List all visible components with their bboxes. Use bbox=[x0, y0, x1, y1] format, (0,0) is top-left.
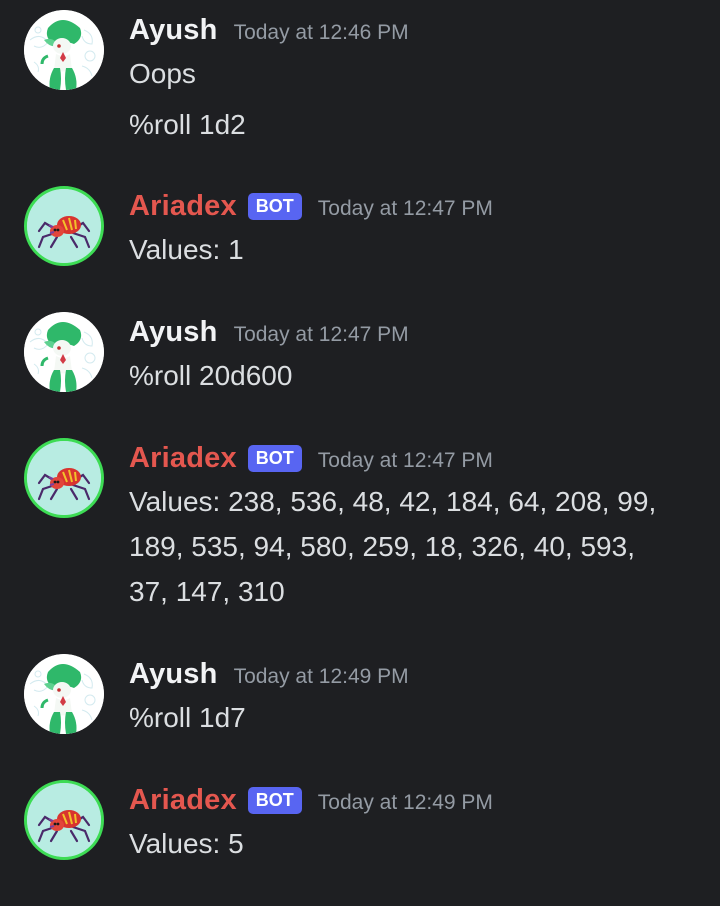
message-header: Ayush Today at 12:47 PM bbox=[129, 316, 409, 356]
ariados-avatar-icon[interactable] bbox=[24, 780, 104, 860]
message-content: %roll 1d2 bbox=[129, 109, 246, 140]
message-content: %roll 1d7 bbox=[129, 702, 246, 733]
message-content: Values: 238, 536, 48, 42, 184, 64, 208, … bbox=[129, 486, 657, 517]
ariados-avatar-icon[interactable] bbox=[24, 438, 104, 518]
message-content: Oops bbox=[129, 58, 196, 89]
message-timestamp[interactable]: Today at 12:47 PM bbox=[318, 449, 493, 473]
message-timestamp[interactable]: Today at 12:49 PM bbox=[234, 665, 409, 689]
gardevoir-avatar-icon[interactable] bbox=[24, 312, 104, 392]
message-timestamp[interactable]: Today at 12:49 PM bbox=[318, 791, 493, 815]
message-content: Values: 1 bbox=[129, 234, 244, 265]
message-content: 37, 147, 310 bbox=[129, 576, 285, 607]
message-header: Ayush Today at 12:49 PM bbox=[129, 658, 409, 698]
message-content: Values: 5 bbox=[129, 828, 244, 859]
chat-log: Ayush Today at 12:46 PM Oops %roll 1d2 A… bbox=[0, 0, 720, 906]
author-name[interactable]: Ayush bbox=[129, 14, 218, 47]
bot-tag: BOT bbox=[247, 193, 302, 220]
gardevoir-avatar-icon[interactable] bbox=[24, 654, 104, 734]
author-name[interactable]: Ayush bbox=[129, 658, 218, 691]
message-timestamp[interactable]: Today at 12:47 PM bbox=[234, 323, 409, 347]
bot-tag: BOT bbox=[247, 787, 302, 814]
message-header: Ariadex BOT Today at 12:47 PM bbox=[129, 190, 493, 230]
author-name[interactable]: Ariadex bbox=[129, 784, 237, 817]
ariados-avatar-icon[interactable] bbox=[24, 186, 104, 266]
message-content: %roll 20d600 bbox=[129, 360, 293, 391]
gardevoir-avatar-icon[interactable] bbox=[24, 10, 104, 90]
message-timestamp[interactable]: Today at 12:47 PM bbox=[318, 197, 493, 221]
message-timestamp[interactable]: Today at 12:46 PM bbox=[234, 21, 409, 45]
message-header: Ayush Today at 12:46 PM bbox=[129, 14, 409, 54]
bot-tag: BOT bbox=[247, 445, 302, 472]
message-content: 189, 535, 94, 580, 259, 18, 326, 40, 593… bbox=[129, 531, 635, 562]
message-header: Ariadex BOT Today at 12:47 PM bbox=[129, 442, 493, 482]
author-name[interactable]: Ariadex bbox=[129, 190, 237, 223]
author-name[interactable]: Ariadex bbox=[129, 442, 237, 475]
message-header: Ariadex BOT Today at 12:49 PM bbox=[129, 784, 493, 824]
author-name[interactable]: Ayush bbox=[129, 316, 218, 349]
